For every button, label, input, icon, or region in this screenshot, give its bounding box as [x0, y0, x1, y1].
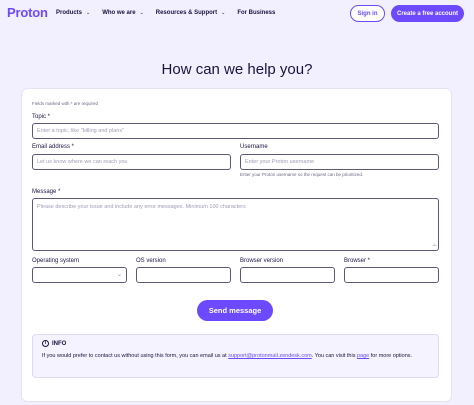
os-version-input[interactable]: [136, 267, 231, 283]
create-account-button[interactable]: Create a free account: [391, 5, 464, 22]
operating-system-label: Operating system: [32, 258, 80, 264]
page-title: How can we help you?: [161, 61, 313, 78]
nav-item-label: For Business: [237, 10, 276, 16]
username-label: Username: [240, 144, 268, 150]
topic-placeholder: Enter a topic, like "billing and plans": [37, 128, 125, 134]
proton-logo[interactable]: Proton: [7, 5, 48, 20]
send-message-button[interactable]: Send message: [197, 300, 273, 321]
email-field[interactable]: Let us know where we can reach you: [32, 154, 231, 170]
username-placeholder: Enter your Proton username: [245, 159, 315, 165]
message-placeholder: Please describe your issue and include a…: [37, 204, 246, 210]
nav-item-who-we-are[interactable]: Who we are ⌄: [102, 10, 144, 16]
info-text-middle: . You can visit this: [311, 353, 357, 359]
os-version-label: OS version: [136, 258, 166, 264]
nav-item-for-business[interactable]: For Business: [237, 10, 275, 16]
message-label: Message *: [32, 189, 61, 195]
browser-version-input[interactable]: [240, 267, 335, 283]
sign-in-button[interactable]: Sign in: [350, 5, 385, 22]
browser-label: Browser *: [344, 258, 371, 264]
info-circle-icon: i: [42, 340, 49, 347]
email-label: Email address *: [32, 144, 75, 150]
topic-input[interactable]: Enter a topic, like "billing and plans": [32, 123, 439, 139]
top-navigation: Proton Products ⌄ Who we are ⌄ Resources…: [0, 0, 474, 28]
chevron-down-icon: ⌄: [86, 10, 91, 16]
info-page-link[interactable]: page: [357, 353, 369, 359]
info-title-text: INFO: [52, 340, 67, 347]
topic-label: Topic *: [32, 114, 51, 120]
info-box: i INFO If you would prefer to contact us…: [32, 334, 439, 378]
operating-system-select[interactable]: ⌄: [32, 267, 127, 283]
info-text: If you would prefer to contact us withou…: [42, 352, 432, 361]
resize-handle-icon[interactable]: ∸: [432, 243, 437, 249]
nav-item-label: Resources & Support: [155, 10, 218, 16]
info-title: i INFO: [42, 340, 66, 347]
chevron-down-icon: ⌄: [139, 10, 144, 16]
nav-menu: Products ⌄ Who we are ⌄ Resources & Supp…: [56, 10, 287, 16]
chevron-down-icon: ⌄: [221, 10, 226, 16]
support-form-card: Fields marked with * are required Topic …: [21, 88, 452, 402]
nav-item-label: Products: [56, 10, 83, 16]
nav-item-label: Who we are: [102, 10, 136, 16]
required-fields-note: Fields marked with * are required: [32, 101, 99, 106]
email-placeholder: Let us know where we can reach you: [37, 159, 128, 165]
info-text-before: If you would prefer to contact us withou…: [42, 353, 229, 359]
browser-version-label: Browser version: [240, 258, 284, 264]
browser-input[interactable]: [344, 267, 439, 283]
info-text-after: for more options.: [369, 353, 413, 359]
support-email-link[interactable]: support@protonmail.zendesk.com: [228, 353, 312, 359]
nav-item-products[interactable]: Products ⌄: [56, 10, 90, 16]
message-textarea[interactable]: Please describe your issue and include a…: [32, 198, 439, 251]
username-field[interactable]: Enter your Proton username: [240, 154, 439, 170]
chevron-down-icon: ⌄: [116, 272, 122, 278]
nav-item-resources-support[interactable]: Resources & Support ⌄: [156, 10, 226, 16]
username-hint: Enter your Proton username so the reques…: [240, 172, 364, 177]
